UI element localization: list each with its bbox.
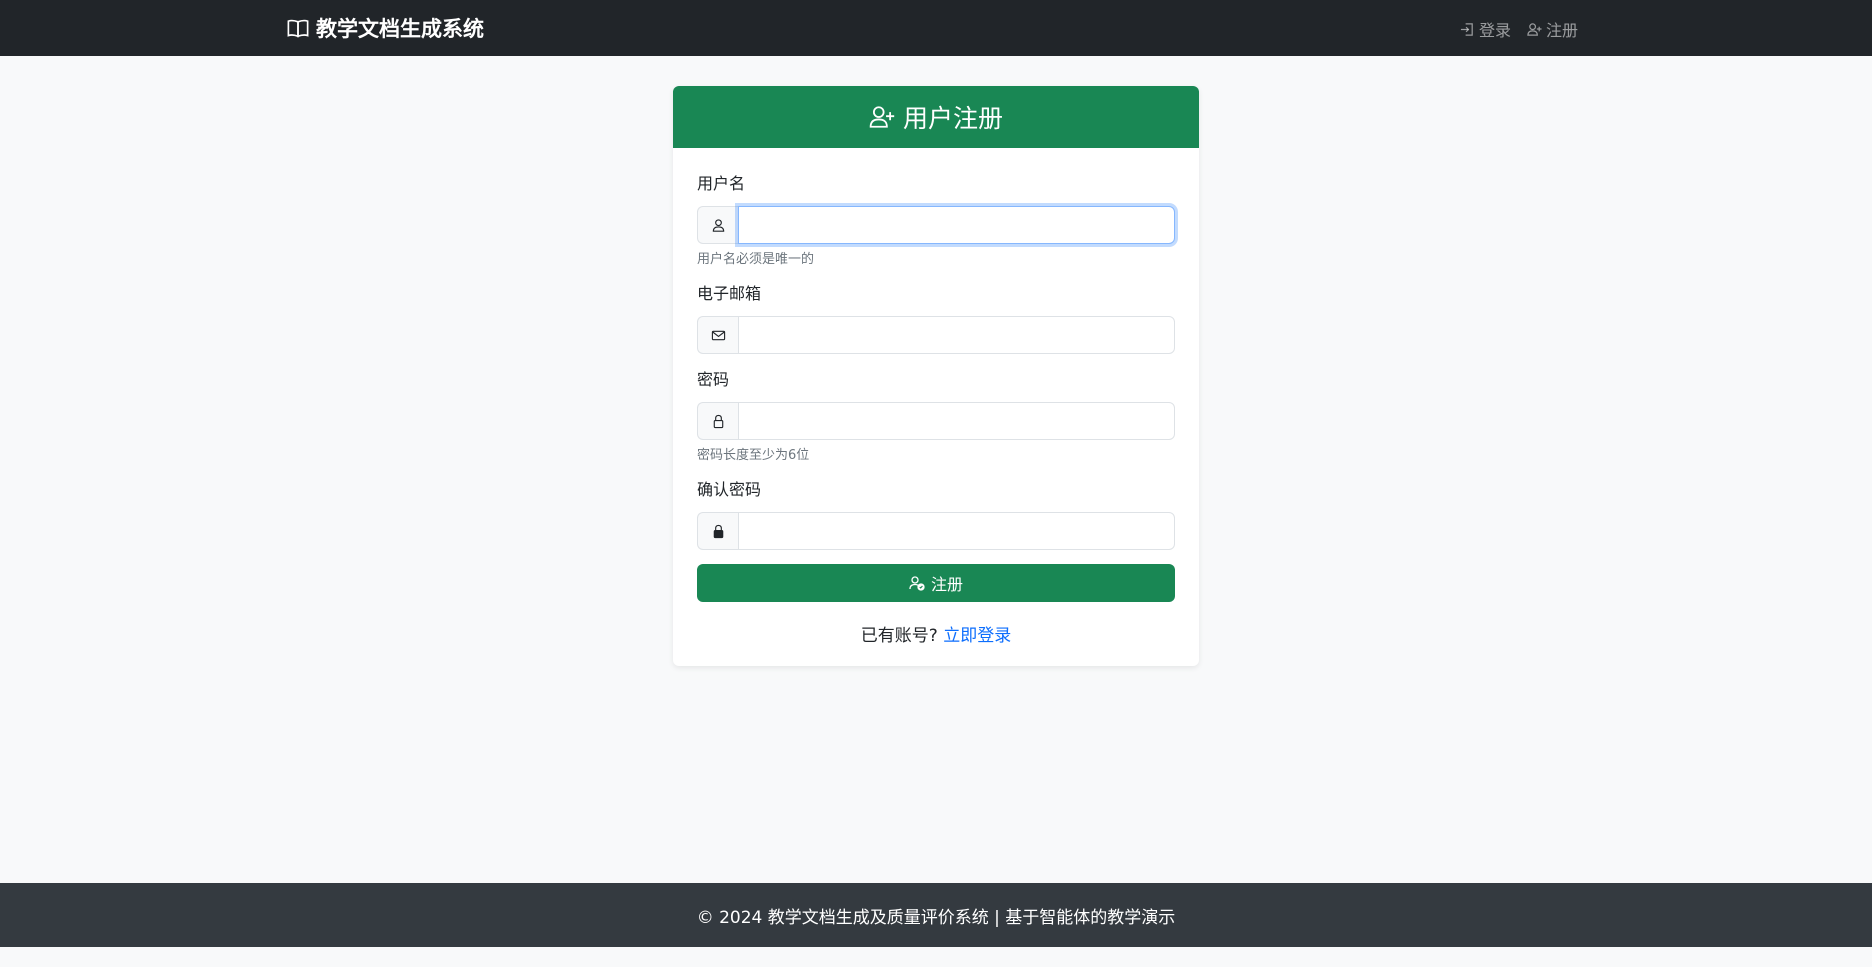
card-header: 用户注册 xyxy=(673,86,1199,148)
nav-register-link[interactable]: 注册 xyxy=(1527,17,1578,41)
email-addon xyxy=(697,316,738,354)
person-plus-icon xyxy=(1527,22,1542,36)
confirm-password-label: 确认密码 xyxy=(697,480,762,499)
username-input[interactable] xyxy=(738,206,1175,244)
username-hint: 用户名必须是唯一的 xyxy=(697,252,815,267)
login-prompt-line: 已有账号? 立即登录 xyxy=(673,621,1199,646)
nav-register-label: 注册 xyxy=(1545,21,1578,40)
card-title: 用户注册 xyxy=(902,104,1003,133)
password-addon xyxy=(697,402,738,440)
brand-link[interactable]: 教学文档生成系统 xyxy=(287,14,484,42)
email-field-group: 电子邮箱 xyxy=(697,283,1175,354)
login-icon xyxy=(1460,22,1473,36)
register-submit-button[interactable]: 注册 xyxy=(697,564,1175,602)
email-label: 电子邮箱 xyxy=(697,284,762,303)
password-hint: 密码长度至少为6位 xyxy=(697,448,810,463)
brand-title: 教学文档生成系统 xyxy=(316,17,484,41)
person-plus-icon xyxy=(869,106,895,128)
confirm-password-field-group: 确认密码 xyxy=(697,479,1175,550)
bottom-strip xyxy=(0,947,1872,967)
book-icon xyxy=(287,19,309,38)
email-input[interactable] xyxy=(738,316,1175,354)
register-card: 用户注册 用户名 用户名必须是唯一的 电子邮箱 密码 密码长度至少为6位 确认密… xyxy=(673,86,1199,666)
envelope-icon xyxy=(711,330,725,340)
person-icon xyxy=(712,218,724,232)
page-footer: © 2024 教学文档生成及质量评价系统 | 基于智能体的教学演示 xyxy=(0,883,1872,947)
lock-icon xyxy=(713,414,723,428)
login-prompt-text: 已有账号? xyxy=(860,626,938,646)
password-field-group: 密码 密码长度至少为6位 xyxy=(697,369,1175,463)
nav-login-link[interactable]: 登录 xyxy=(1460,17,1511,41)
confirm-password-addon xyxy=(697,512,738,550)
footer-text: © 2024 教学文档生成及质量评价系统 | 基于智能体的教学演示 xyxy=(696,907,1176,928)
username-addon xyxy=(697,206,738,244)
top-navbar: 教学文档生成系统 登录 注册 xyxy=(0,0,1872,56)
register-submit-label: 注册 xyxy=(930,575,963,594)
password-input[interactable] xyxy=(738,402,1175,440)
person-check-icon xyxy=(909,576,925,591)
username-label: 用户名 xyxy=(697,174,746,193)
confirm-password-input[interactable] xyxy=(738,512,1175,550)
login-now-link[interactable]: 立即登录 xyxy=(943,626,1011,646)
password-label: 密码 xyxy=(697,370,730,389)
username-field-group: 用户名 用户名必须是唯一的 xyxy=(697,173,1175,267)
nav-login-label: 登录 xyxy=(1478,21,1511,40)
lock-fill-icon xyxy=(713,524,723,538)
